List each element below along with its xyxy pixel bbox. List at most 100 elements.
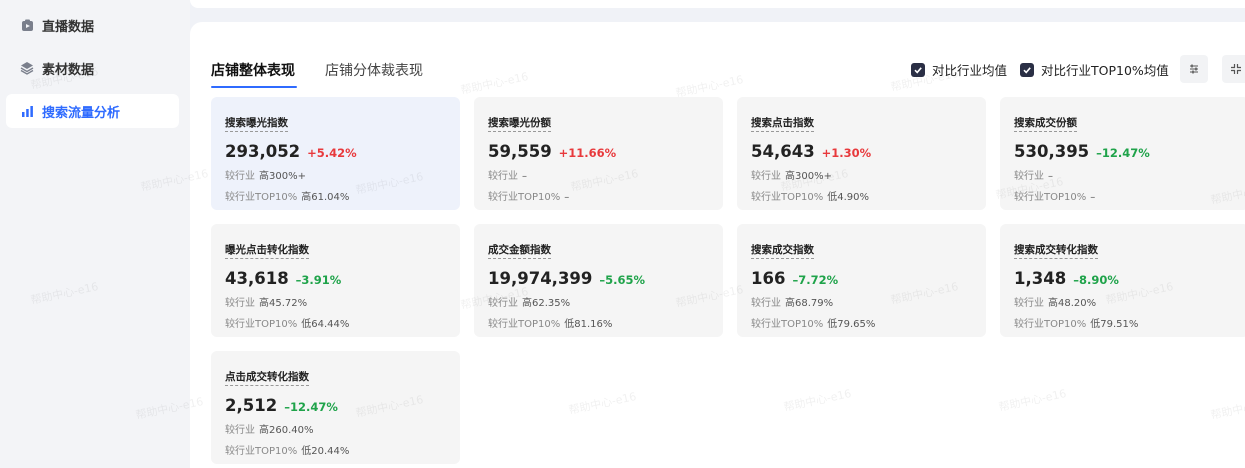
industry-comparison: 较行业 – bbox=[1014, 167, 1235, 182]
metric-value: 293,052 bbox=[225, 142, 301, 161]
top10-comparison: 较行业TOP10% 低20.44% bbox=[225, 442, 446, 457]
industry-comparison-label: 较行业 bbox=[225, 171, 255, 182]
compare-top10-avg-label: 对比行业TOP10%均值 bbox=[1041, 63, 1169, 78]
metric-value: 2,512 bbox=[225, 396, 278, 415]
checkmark-icon bbox=[911, 62, 925, 77]
metric-value: 530,395 bbox=[1014, 142, 1090, 161]
checkmark-icon bbox=[1020, 62, 1034, 77]
industry-comparison-label: 较行业 bbox=[751, 171, 781, 182]
sidebar: 直播数据 素材数据 搜索流量分析 bbox=[0, 0, 190, 468]
sidebar-item-label: 直播数据 bbox=[42, 19, 95, 35]
top10-comparison: 较行业TOP10% 低4.90% bbox=[751, 188, 972, 203]
top10-comparison: 较行业TOP10% 低79.65% bbox=[751, 315, 972, 330]
industry-comparison-label: 较行业 bbox=[1014, 171, 1044, 182]
top10-comparison-label: 较行业TOP10% bbox=[751, 192, 824, 203]
metric-card[interactable]: 搜索成交份额 530,395 –12.47% 较行业 – 较行业TOP10% – bbox=[1000, 97, 1245, 210]
industry-comparison: 较行业 – bbox=[488, 167, 709, 182]
tab-store-overall[interactable]: 店铺整体表现 bbox=[211, 60, 295, 80]
metric-change: +5.42% bbox=[307, 146, 357, 160]
sidebar-item-label: 搜索流量分析 bbox=[42, 105, 121, 121]
metric-card[interactable]: 搜索成交指数 166 –7.72% 较行业 高68.79% 较行业TOP10% 低79.65… bbox=[737, 224, 986, 337]
sidebar-item-live-data[interactable]: 直播数据 bbox=[6, 8, 179, 42]
sidebar-item-material-data[interactable]: 素材数据 bbox=[6, 51, 179, 85]
industry-comparison-value: 高62.35% bbox=[522, 298, 571, 309]
compare-industry-avg-label: 对比行业均值 bbox=[932, 63, 1008, 78]
top10-comparison: 较行业TOP10% – bbox=[1014, 188, 1235, 203]
industry-comparison: 较行业 高300%+ bbox=[225, 167, 446, 182]
industry-comparison: 较行业 高48.20% bbox=[1014, 294, 1235, 309]
metric-card[interactable]: 搜索点击指数 54,643 +1.30% 较行业 高300%+ 较行业TOP10% 低4.9… bbox=[737, 97, 986, 210]
top10-comparison: 较行业TOP10% – bbox=[488, 188, 709, 203]
collapse-icon bbox=[1230, 60, 1242, 79]
settings-toggle-button[interactable] bbox=[1180, 55, 1208, 83]
top10-comparison: 较行业TOP10% 低64.44% bbox=[225, 315, 446, 330]
metric-value: 43,618 bbox=[225, 269, 289, 288]
top10-comparison-value: 低64.44% bbox=[301, 319, 350, 330]
metric-title: 搜索成交转化指数 bbox=[1014, 242, 1098, 259]
industry-comparison-value: 高45.72% bbox=[259, 298, 308, 309]
industry-comparison: 较行业 高45.72% bbox=[225, 294, 446, 309]
metric-value-row: 2,512 –12.47% bbox=[225, 396, 446, 415]
metric-title: 搜索成交指数 bbox=[751, 242, 814, 259]
sidebar-item-search-traffic[interactable]: 搜索流量分析 bbox=[6, 94, 179, 128]
industry-comparison-value: – bbox=[1048, 171, 1053, 182]
top10-comparison-label: 较行业TOP10% bbox=[225, 319, 298, 330]
industry-comparison-label: 较行业 bbox=[1014, 298, 1044, 309]
metric-title: 成交金额指数 bbox=[488, 242, 551, 259]
metric-value-row: 54,643 +1.30% bbox=[751, 142, 972, 161]
top10-comparison-value: 低81.16% bbox=[564, 319, 613, 330]
top10-comparison: 较行业TOP10% 高61.04% bbox=[225, 188, 446, 203]
metric-value-row: 530,395 –12.47% bbox=[1014, 142, 1235, 161]
metric-card[interactable]: 搜索成交转化指数 1,348 –8.90% 较行业 高48.20% 较行业TOP10% 低7… bbox=[1000, 224, 1245, 337]
compare-top10-avg-checkbox[interactable]: 对比行业TOP10%均值 bbox=[1020, 60, 1169, 79]
metric-value-row: 293,052 +5.42% bbox=[225, 142, 446, 161]
metric-value-row: 43,618 –3.91% bbox=[225, 269, 446, 288]
industry-comparison-value: 高260.40% bbox=[259, 425, 314, 436]
metric-title: 搜索点击指数 bbox=[751, 115, 814, 132]
bar-chart-icon bbox=[20, 104, 34, 118]
metric-change: +11.66% bbox=[558, 146, 617, 160]
industry-comparison: 较行业 高62.35% bbox=[488, 294, 709, 309]
sliders-icon bbox=[1188, 60, 1200, 79]
industry-comparison: 较行业 高68.79% bbox=[751, 294, 972, 309]
metric-value-row: 166 –7.72% bbox=[751, 269, 972, 288]
metric-card[interactable]: 搜索曝光份额 59,559 +11.66% 较行业 – 较行业TOP10% – bbox=[474, 97, 723, 210]
metric-change: –12.47% bbox=[1096, 146, 1150, 160]
industry-comparison: 较行业 高260.40% bbox=[225, 421, 446, 436]
metric-card[interactable]: 搜索曝光指数 293,052 +5.42% 较行业 高300%+ 较行业TOP10% 高61… bbox=[211, 97, 460, 210]
metric-card[interactable]: 曝光点击转化指数 43,618 –3.91% 较行业 高45.72% 较行业TOP10% 低… bbox=[211, 224, 460, 337]
compare-industry-avg-checkbox[interactable]: 对比行业均值 bbox=[911, 60, 1007, 79]
industry-comparison-value: – bbox=[522, 171, 527, 182]
metric-value: 54,643 bbox=[751, 142, 815, 161]
top10-comparison-label: 较行业TOP10% bbox=[1014, 319, 1087, 330]
top10-comparison-value: 高61.04% bbox=[301, 192, 350, 203]
tab-store-by-format[interactable]: 店铺分体裁表现 bbox=[325, 60, 423, 80]
top10-comparison-value: 低20.44% bbox=[301, 446, 350, 457]
top10-comparison-value: – bbox=[1090, 192, 1096, 203]
top10-comparison-value: 低79.65% bbox=[827, 319, 876, 330]
top10-comparison-value: – bbox=[564, 192, 570, 203]
metric-title: 点击成交转化指数 bbox=[225, 369, 309, 386]
collapse-button[interactable] bbox=[1222, 55, 1245, 83]
metric-value-row: 1,348 –8.90% bbox=[1014, 269, 1235, 288]
top10-comparison-value: 低4.90% bbox=[827, 192, 870, 203]
industry-comparison-value: 高68.79% bbox=[785, 298, 834, 309]
metric-change: –5.65% bbox=[599, 273, 646, 287]
top10-comparison-label: 较行业TOP10% bbox=[488, 319, 561, 330]
metric-change: –12.47% bbox=[284, 400, 338, 414]
layers-icon bbox=[20, 61, 34, 75]
top10-comparison-label: 较行业TOP10% bbox=[488, 192, 561, 203]
top10-comparison-label: 较行业TOP10% bbox=[751, 319, 824, 330]
metric-value: 59,559 bbox=[488, 142, 552, 161]
industry-comparison-value: 高300%+ bbox=[259, 171, 306, 182]
industry-comparison-label: 较行业 bbox=[751, 298, 781, 309]
metric-value: 166 bbox=[751, 269, 786, 288]
top10-comparison: 较行业TOP10% 低81.16% bbox=[488, 315, 709, 330]
top-panel-edge bbox=[190, 0, 1245, 8]
metric-card[interactable]: 点击成交转化指数 2,512 –12.47% 较行业 高260.40% 较行业TOP10%… bbox=[211, 351, 460, 464]
industry-comparison: 较行业 高300%+ bbox=[751, 167, 972, 182]
metric-change: –3.91% bbox=[295, 273, 342, 287]
industry-comparison-label: 较行业 bbox=[488, 298, 518, 309]
metric-card[interactable]: 成交金额指数 19,974,399 –5.65% 较行业 高62.35% 较行业TOP10… bbox=[474, 224, 723, 337]
metric-value: 19,974,399 bbox=[488, 269, 593, 288]
